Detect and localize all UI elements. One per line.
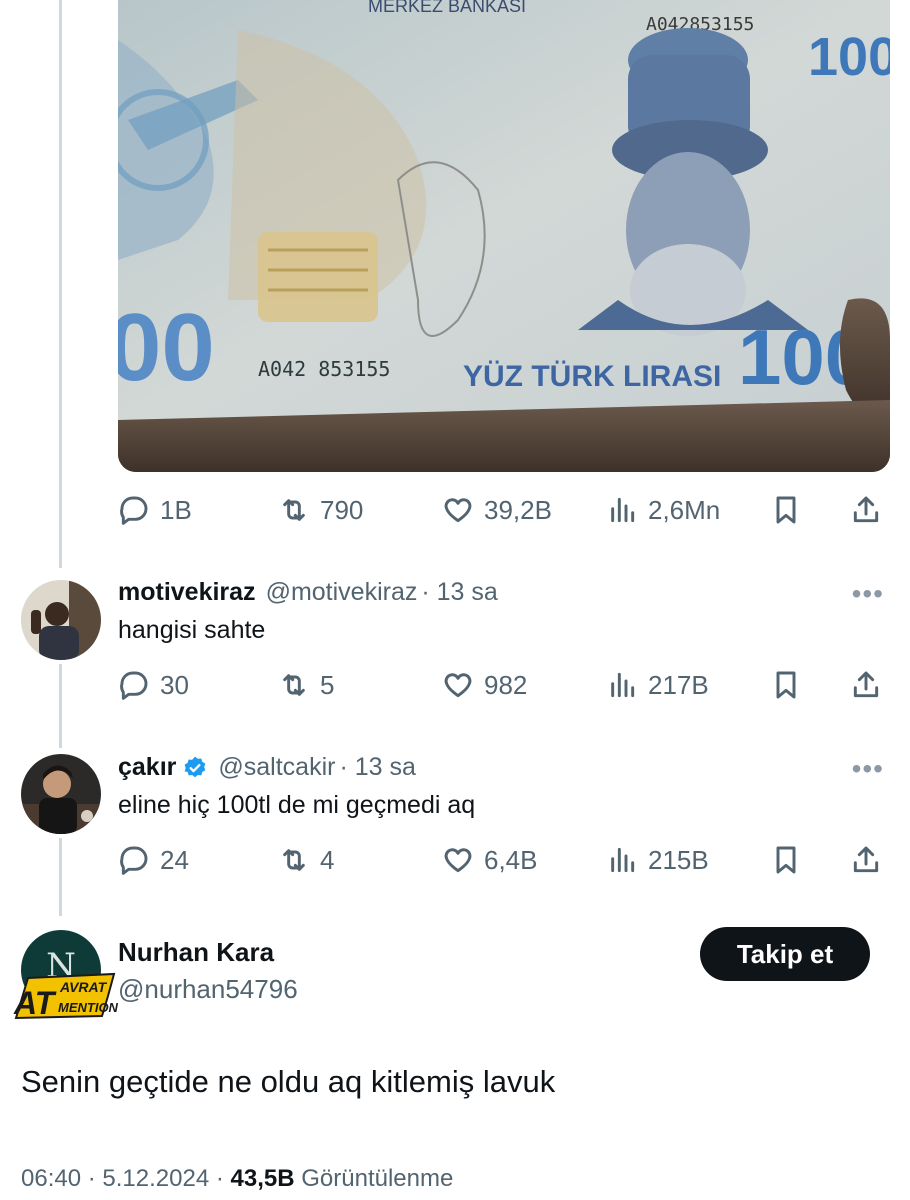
retweet-icon [283,674,305,696]
svg-text:MERKEZ BANKASI: MERKEZ BANKASI [368,0,526,16]
like-button[interactable]: 39,2B [442,490,552,530]
views-label: Görüntülenme [301,1165,454,1192]
display-name[interactable]: çakır [118,753,176,782]
reply-button[interactable]: 1B [118,490,192,530]
heart-icon [444,673,472,698]
thread-line [59,664,62,748]
user-handle[interactable]: @saltcakir [218,753,335,782]
timestamp[interactable]: · 13 sa [421,578,497,607]
views-icon [611,497,635,523]
svg-text:AT: AT [13,985,57,1020]
bookmark-button[interactable] [770,490,802,530]
like-count: 39,2B [484,494,552,525]
reply-button[interactable]: 24 [118,840,189,880]
tweet-action-bar: 24 4 6,4B 215B [118,840,890,880]
like-count: 6,4B [484,844,538,875]
retweet-button[interactable]: 4 [278,840,334,880]
more-icon[interactable]: ••• [852,578,884,610]
reply-button[interactable]: 30 [118,665,189,705]
svg-text:MENTION: MENTION [58,1000,118,1015]
avatar[interactable] [21,754,101,834]
reply-count: 30 [160,669,189,700]
share-icon [853,846,879,873]
share-icon [853,671,879,698]
follow-button[interactable]: Takip et [700,927,870,981]
heart-icon [444,848,472,873]
share-icon [853,496,879,523]
tweet-date[interactable]: 5.12.2024 [102,1165,209,1192]
display-name[interactable]: Nurhan Kara [118,937,274,968]
separator: · [87,1165,103,1192]
heart-icon [444,498,472,523]
separator: · [215,1165,231,1192]
retweet-button[interactable]: 5 [278,665,334,705]
avatar-image [21,580,101,660]
retweet-count: 790 [320,494,364,525]
reply-icon [120,846,148,875]
retweet-icon [283,499,305,521]
tweet-text: Senin geçtide ne oldu aq kitlemiş lavuk [21,1064,556,1099]
thread-line [59,838,62,916]
thread-line [59,0,62,568]
reply-header: çakır @saltcakir · 13 sa [118,753,416,782]
like-button[interactable]: 6,4B [442,840,538,880]
tweet-action-bar: 30 5 982 217B [118,665,890,705]
retweet-icon [283,849,305,871]
retweet-count: 4 [320,844,335,875]
views-count: 2,6Mn [648,494,721,525]
views-button[interactable]: 215B [606,840,709,880]
svg-text:A042 853155: A042 853155 [258,357,390,381]
more-icon[interactable]: ••• [852,753,884,785]
avatar[interactable] [21,580,101,660]
timestamp[interactable]: · 13 sa [339,753,415,782]
share-button[interactable] [850,665,882,705]
views-icon [611,847,635,873]
verified-icon [184,756,206,777]
tweet-time[interactable]: 06:40 [21,1165,81,1192]
banknote-illustration: 00 MERKEZ BANKASI A042853155 100 A042 85… [118,0,890,472]
reply-text: hangisi sahte [118,616,266,644]
tweet-meta: 06:40 · 5.12.2024 · 43,5B Görüntülenme [21,1165,453,1193]
views-count: 217B [648,669,709,700]
bookmark-button[interactable] [770,665,802,705]
user-handle[interactable]: @motivekiraz [266,578,418,607]
reply-text: eline hiç 100tl de mi geçmedi aq [118,791,476,819]
like-count: 982 [484,669,528,700]
reply-header: motivekiraz @motivekiraz · 13 sa [118,578,498,607]
reply-count: 1B [160,494,192,525]
svg-text:100: 100 [808,27,890,87]
bookmark-icon [776,846,796,874]
like-button[interactable]: 982 [442,665,527,705]
views-count[interactable]: 43,5B [231,1165,295,1192]
svg-text:00: 00 [118,294,215,401]
tweet-media-image[interactable]: 00 MERKEZ BANKASI A042853155 100 A042 85… [118,0,890,472]
views-button[interactable]: 2,6Mn [606,490,720,530]
retweet-button[interactable]: 790 [278,490,363,530]
views-count: 215B [648,844,709,875]
bookmark-icon [776,496,796,524]
reply-icon [120,496,148,525]
reply-icon [120,671,148,700]
share-button[interactable] [850,840,882,880]
bookmark-button[interactable] [770,840,802,880]
retweet-count: 5 [320,669,335,700]
views-icon [611,672,635,698]
svg-text:AVRAT: AVRAT [59,979,108,995]
share-button[interactable] [850,490,882,530]
bookmark-icon [776,671,796,699]
views-button[interactable]: 217B [606,665,709,705]
watermark-logo: AT AVRAT MENTION [13,972,118,1020]
svg-text:YÜZ TÜRK LIRASI: YÜZ TÜRK LIRASI [463,360,721,393]
user-handle[interactable]: @nurhan54796 [118,974,298,1005]
reply-count: 24 [160,844,189,875]
avatar-image [21,754,101,834]
display-name[interactable]: motivekiraz [118,578,256,607]
tweet-action-bar: 1B 790 39,2B 2,6Mn [118,490,890,530]
